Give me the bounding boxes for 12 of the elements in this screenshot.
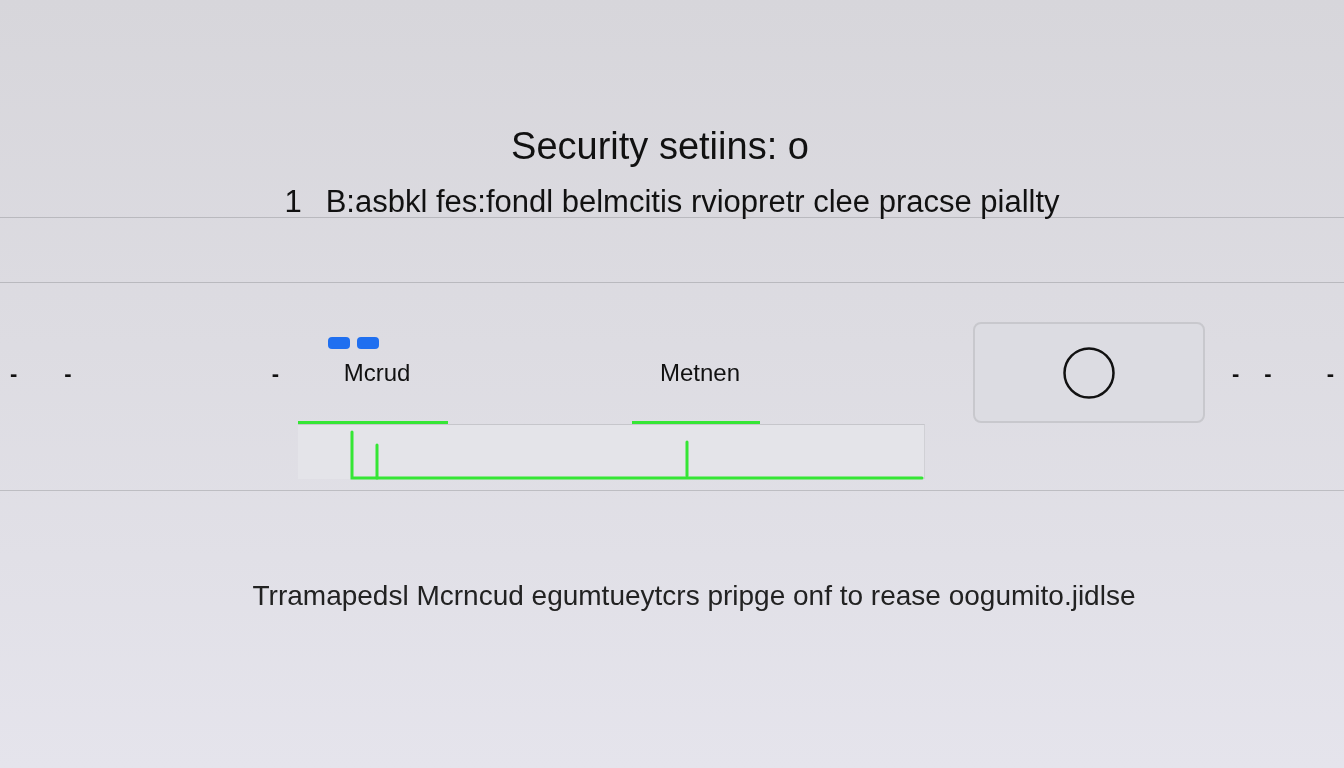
dash-mark: - [1264, 362, 1272, 386]
circle-button[interactable] [973, 322, 1205, 423]
step-number: 1 [284, 186, 302, 218]
dash-mark: - [10, 362, 18, 386]
circle-icon [1063, 346, 1115, 399]
page-title: Security setiins: o [511, 124, 809, 168]
dash-mark: - [64, 362, 72, 386]
footer-text: Trramapedsl Mcrncud egumtueytcrs pripge onf to rease oogumito.jidlse [252, 580, 1136, 612]
dash-mark: - [271, 362, 279, 386]
dash-mark: - [1232, 362, 1240, 386]
subtitle-text: B:asbkl fes:fondl belmcitis rviopretr clee pracse piallty [325, 186, 1060, 218]
dash-mark: - [1326, 362, 1334, 386]
